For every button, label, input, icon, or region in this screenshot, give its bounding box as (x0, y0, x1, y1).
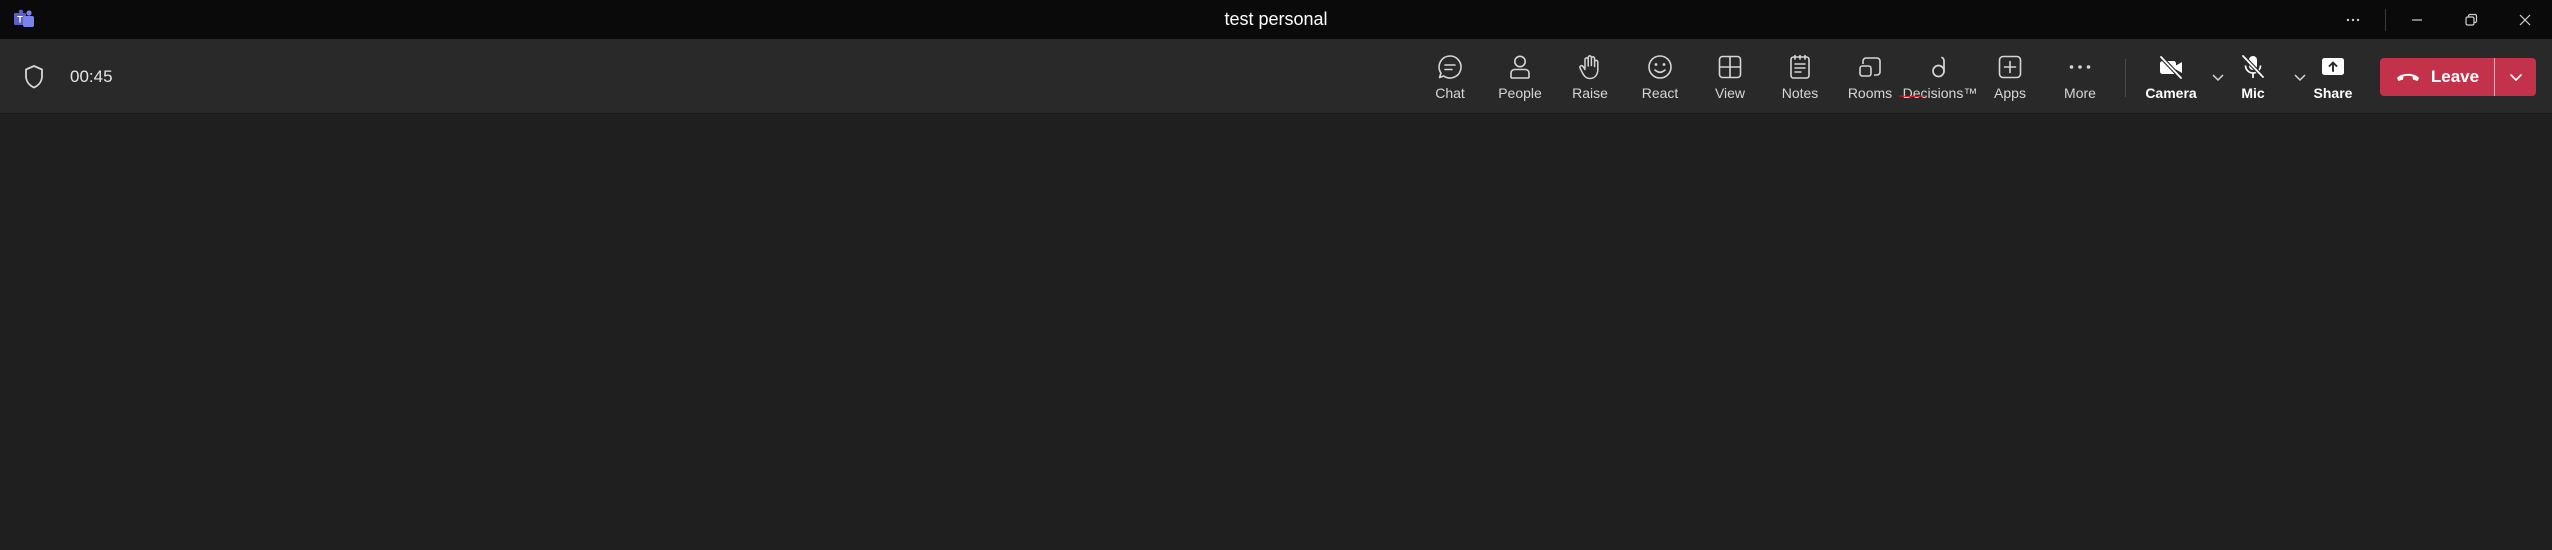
decisions-icon (1932, 56, 1945, 78)
mic-off-icon (2241, 54, 2265, 79)
mic-label: Mic (2241, 85, 2265, 101)
raise-label: Raise (1572, 85, 1608, 101)
window-controls-divider (2385, 9, 2386, 31)
toolbar-divider (2125, 59, 2126, 97)
notes-label: Notes (1781, 85, 1819, 101)
rooms-icon (1859, 57, 1881, 77)
minimize-button[interactable] (2390, 0, 2444, 39)
decisions-button[interactable]: Decisions™ (1899, 39, 1977, 114)
meeting-timer: 00:45 (70, 67, 113, 86)
title-bar: T test personal (0, 0, 2552, 39)
meeting-stage (0, 115, 2552, 550)
share-control: Share (2298, 39, 2368, 114)
more-dots-icon (2069, 65, 2091, 69)
rooms-label: Rooms (1847, 85, 1893, 101)
window-controls (2325, 0, 2552, 39)
window-more-button[interactable] (2325, 0, 2381, 39)
view-label: View (1714, 85, 1746, 101)
camera-button[interactable]: Camera (2136, 39, 2206, 114)
raise-hand-icon (1579, 55, 1599, 80)
share-screen-icon (2322, 58, 2344, 75)
toolbar-actions: Chat People Raise React View Notes Rooms… (1415, 39, 2115, 114)
chat-button[interactable]: Chat (1415, 39, 1485, 114)
apps-button[interactable]: Apps (1975, 39, 2045, 114)
more-dots-icon (2346, 18, 2360, 21)
share-label: Share (2313, 85, 2353, 101)
shield-icon[interactable] (23, 64, 45, 90)
leave-control: Leave (2380, 58, 2536, 96)
chat-icon (1438, 55, 1462, 79)
notes-button[interactable]: Notes (1765, 39, 1835, 114)
leave-button[interactable]: Leave (2380, 58, 2494, 96)
view-button[interactable]: View (1695, 39, 1765, 114)
hang-up-icon (2396, 73, 2419, 81)
restore-icon (2465, 13, 2478, 26)
chat-label: Chat (1435, 85, 1465, 101)
people-icon (1510, 55, 1530, 79)
chevron-down-icon (2509, 73, 2522, 82)
react-label: React (1641, 85, 1679, 101)
mic-button[interactable]: Mic (2218, 39, 2288, 114)
apps-label: Apps (1994, 85, 2026, 101)
react-button[interactable]: React (1625, 39, 1695, 114)
share-button[interactable]: Share (2298, 39, 2368, 114)
minimize-icon (2412, 18, 2422, 21)
people-label: People (1498, 85, 1542, 101)
more-label: More (2064, 85, 2096, 101)
leave-options-chevron[interactable] (2495, 58, 2536, 96)
red-underline-annotation (1899, 95, 1927, 98)
people-button[interactable]: People (1485, 39, 1555, 114)
camera-control: Camera (2136, 39, 2230, 114)
notes-icon (1790, 54, 1810, 79)
svg-text:T: T (17, 15, 23, 25)
teams-logo-icon: T (14, 9, 34, 27)
camera-off-icon (2159, 55, 2183, 80)
close-icon (2519, 14, 2531, 25)
meeting-toolbar: 00:45 Chat People Raise React View Notes… (0, 39, 2552, 114)
window-title: test personal (1224, 9, 1328, 29)
smiley-icon (1648, 55, 1672, 79)
close-button[interactable] (2498, 0, 2552, 39)
restore-button[interactable] (2444, 0, 2498, 39)
apps-plus-icon (1998, 55, 2022, 79)
raise-hand-button[interactable]: Raise (1555, 39, 1625, 114)
more-button[interactable]: More (2045, 39, 2115, 114)
grid-icon (1718, 55, 1742, 79)
rooms-button[interactable]: Rooms (1835, 39, 1905, 114)
leave-label: Leave (2430, 67, 2480, 86)
camera-label: Camera (2145, 85, 2197, 101)
